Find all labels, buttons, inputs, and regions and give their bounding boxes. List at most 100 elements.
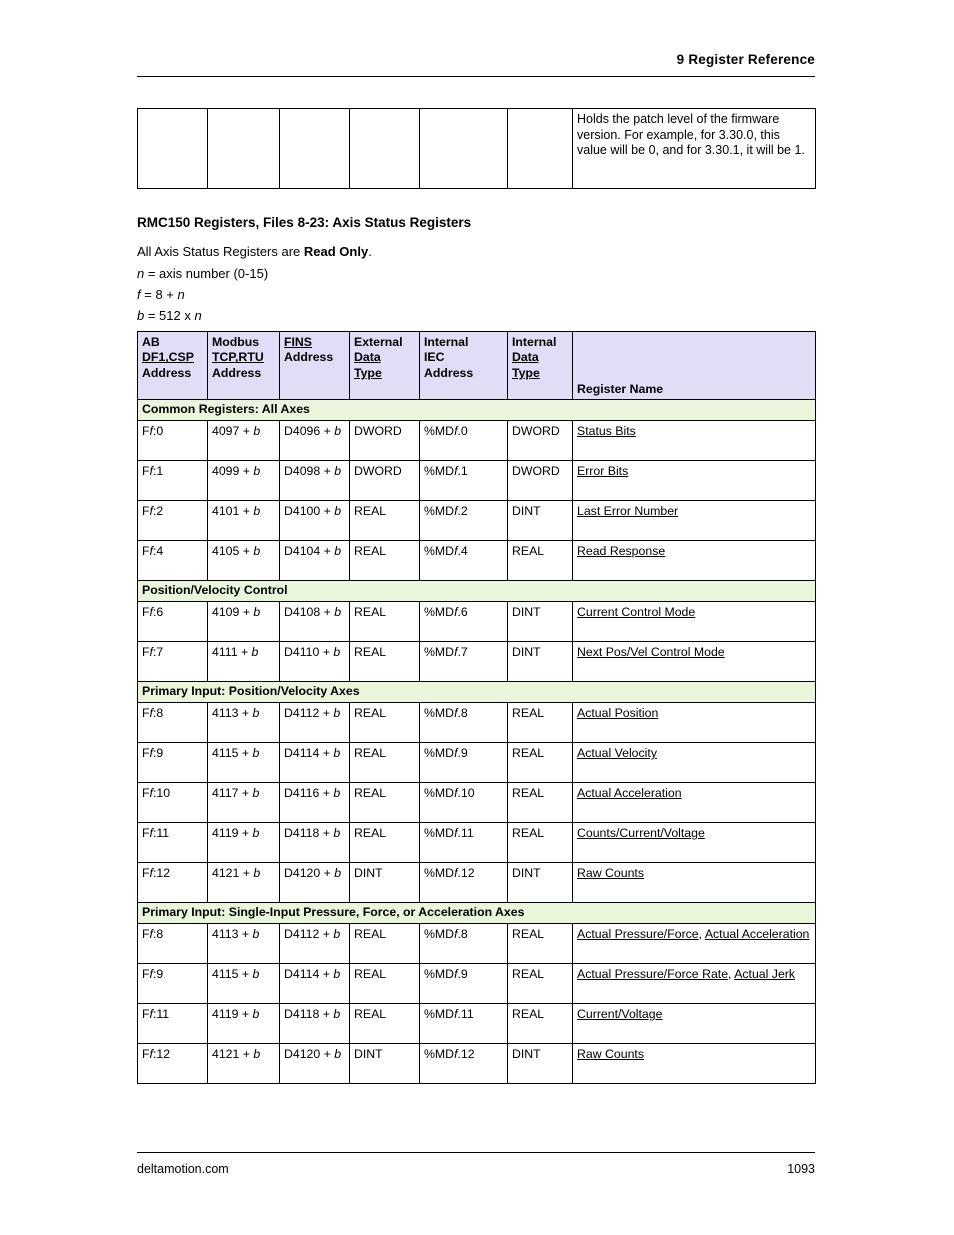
header-csp-link: ,CSP [165, 350, 194, 365]
cell-external-data-type: REAL [349, 782, 420, 823]
cell-modbus-address: 4121 + b [207, 862, 280, 903]
group-label: Primary Input: Single-Input Pressure, Fo… [137, 902, 816, 924]
cell-external-data-type: REAL [349, 500, 420, 541]
cell-register-name: Last Error Number [572, 500, 816, 541]
var-n-3: n [194, 308, 202, 323]
cell-modbus-address: 4117 + b [207, 782, 280, 823]
cell-modbus-address: 4115 + b [207, 963, 280, 1004]
cell-fins-address: D4118 + b [279, 1003, 350, 1044]
cell-internal-data-type: REAL [507, 1003, 573, 1044]
group-label: Common Registers: All Axes [137, 399, 816, 421]
table-row: Holds the patch level of the firmware ve… [137, 108, 816, 189]
group-label: Primary Input: Position/Velocity Axes [137, 681, 816, 703]
cell-external-data-type: REAL [349, 601, 420, 642]
cell-internal-iec-address: %MDf.9 [419, 963, 508, 1004]
table-row: Ff:1 4099 + b D4098 + b DWORD %MDf.1 DWORD Err… [137, 460, 816, 501]
cell-ab-address: Ff:9 [137, 742, 208, 783]
cell-internal-data-type: DINT [507, 601, 573, 642]
table-row: Ff:10 4117 + b D4116 + b REAL %MDf.10 REAL Act… [137, 782, 816, 823]
cell-modbus-address: 4113 + b [207, 702, 280, 743]
group-header-row: Position/Velocity Control [137, 580, 816, 602]
column-header-internal-iec-address: Internal IEC Address [419, 331, 508, 400]
header-fins-link: FINS [284, 335, 313, 349]
header-line-2: TCP,RTU [212, 350, 276, 365]
intro-b-formula: b = 512 x n [137, 307, 202, 325]
header-line-1: Register Name [577, 381, 664, 396]
cell-internal-iec-address: %MDf.11 [419, 822, 508, 863]
header-line-2: Data [512, 350, 569, 365]
header-tcp-link: TCP [212, 350, 236, 365]
table-row: Ff:8 4113 + b D4112 + b REAL %MDf.8 REAL Actua… [137, 702, 816, 743]
cell-continuation-description: Holds the patch level of the firmware ve… [572, 108, 816, 189]
cell-internal-data-type: REAL [507, 540, 573, 581]
cell-internal-iec-address: %MDf.6 [419, 601, 508, 642]
cell-internal-iec-address: %MDf.10 [419, 782, 508, 823]
header-divider [137, 76, 815, 77]
cell-ab-address: Ff:11 [137, 822, 208, 863]
cell-ab-address: Ff:8 [137, 923, 208, 964]
cell-register-name: Actual Pressure/Force Rate, Actual Jerk [572, 963, 816, 1004]
column-header-register-name: Register Name [572, 331, 816, 400]
cell-register-name: Actual Velocity [572, 742, 816, 783]
header-line-2: DF1,CSP [142, 350, 204, 365]
table-row: Ff:9 4115 + b D4114 + b REAL %MDf.9 REAL Actua… [137, 963, 816, 1004]
cell-register-name: Read Response [572, 540, 816, 581]
header-line-1: Internal [512, 335, 557, 349]
cell-ab-address: Ff:0 [137, 420, 208, 461]
cell-register-name: Next Pos/Vel Control Mode [572, 641, 816, 682]
header-line-1: FINS [284, 335, 346, 350]
cell-empty-5 [419, 108, 508, 189]
column-header-internal-data-type: Internal Data Type [507, 331, 573, 400]
table-row: Ff:11 4119 + b D4118 + b REAL %MDf.11 REAL Cou… [137, 822, 816, 863]
cell-fins-address: D4118 + b [279, 822, 350, 863]
header-data-link: Data [354, 350, 381, 365]
cell-modbus-address: 4109 + b [207, 601, 280, 642]
table-body: Common Registers: All Axes Ff:0 4097 + b D4… [137, 399, 816, 1084]
cell-modbus-address: 4099 + b [207, 460, 280, 501]
cell-register-name: Status Bits [572, 420, 816, 461]
cell-fins-address: D4104 + b [279, 540, 350, 581]
cell-modbus-address: 4111 + b [207, 641, 280, 682]
cell-fins-address: D4114 + b [279, 742, 350, 783]
header-line-3: Type [512, 366, 569, 381]
table-row: Ff:11 4119 + b D4118 + b REAL %MDf.11 REAL Cur… [137, 1003, 816, 1044]
cell-empty-1 [137, 108, 208, 189]
document-page: 9 Register Reference Holds the patch lev… [0, 0, 954, 1235]
cell-fins-address: D4108 + b [279, 601, 350, 642]
axis-status-registers-table: AB DF1,CSP Address Modbus TCP,RTU Addres… [137, 331, 816, 1084]
cell-external-data-type: DWORD [349, 460, 420, 501]
intro-text-pre: All Axis Status Registers are [137, 244, 304, 259]
intro-f-formula: f = 8 + n [137, 286, 185, 304]
cell-internal-iec-address: %MDf.0 [419, 420, 508, 461]
cell-fins-address: D4120 + b [279, 1043, 350, 1084]
cell-fins-address: D4110 + b [279, 641, 350, 682]
cell-external-data-type: REAL [349, 963, 420, 1004]
cell-ab-address: Ff:11 [137, 1003, 208, 1044]
cell-fins-address: D4112 + b [279, 702, 350, 743]
cell-ab-address: Ff:2 [137, 500, 208, 541]
cell-ab-address: Ff:4 [137, 540, 208, 581]
header-line-3: Address [424, 365, 474, 380]
cell-internal-data-type: REAL [507, 822, 573, 863]
intro-n-rest: = axis number (0-15) [144, 266, 269, 281]
cell-internal-iec-address: %MDf.12 [419, 862, 508, 903]
column-header-modbus-address: Modbus TCP,RTU Address [207, 331, 280, 400]
table-row: Ff:7 4111 + b D4110 + b REAL %MDf.7 DINT Next … [137, 641, 816, 682]
cell-internal-iec-address: %MDf.8 [419, 702, 508, 743]
cell-register-name: Current/Voltage [572, 1003, 816, 1044]
cell-ab-address: Ff:7 [137, 641, 208, 682]
cell-register-name: Error Bits [572, 460, 816, 501]
cell-external-data-type: REAL [349, 540, 420, 581]
group-header-row: Primary Input: Single-Input Pressure, Fo… [137, 902, 816, 924]
cell-external-data-type: DWORD [349, 420, 420, 461]
cell-register-name: Actual Pressure/Force, Actual Accelerati… [572, 923, 816, 964]
table-row: Ff:4 4105 + b D4104 + b REAL %MDf.4 REAL Read … [137, 540, 816, 581]
cell-fins-address: D4120 + b [279, 862, 350, 903]
header-line-3: Address [142, 365, 192, 380]
cell-ab-address: Ff:8 [137, 702, 208, 743]
intro-read-only: All Axis Status Registers are Read Only. [137, 243, 372, 261]
cell-empty-2 [207, 108, 280, 189]
intro-text-post: . [368, 244, 372, 259]
cell-ab-address: Ff:12 [137, 862, 208, 903]
cell-fins-address: D4096 + b [279, 420, 350, 461]
